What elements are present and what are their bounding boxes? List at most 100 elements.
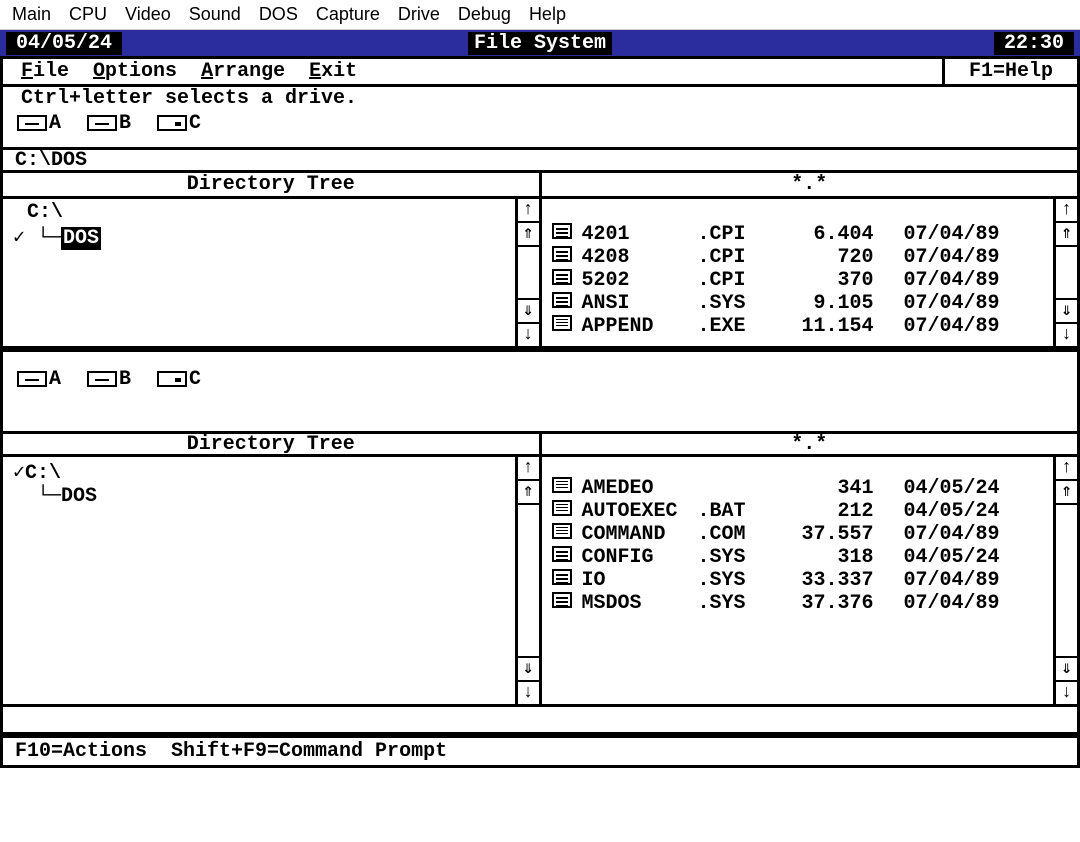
file-row[interactable]: MSDOS.SYS37.37607/04/89 [552, 592, 1044, 615]
scroll-pagedown-icon[interactable]: ⇓ [518, 656, 539, 680]
drive-c[interactable]: C [157, 368, 201, 391]
file-row[interactable]: COMMAND.COM37.55707/04/89 [552, 523, 1044, 546]
file-panel-top: 4201.CPI6.40407/04/894208.CPI72007/04/89… [542, 199, 1078, 346]
filter-header-top: *.* [542, 173, 1078, 196]
file-name: IO [582, 569, 692, 592]
drive-hint: Ctrl+letter selects a drive. [3, 87, 1077, 110]
tree-child[interactable]: └─DOS [13, 485, 505, 508]
floppy-drive-icon [17, 371, 47, 387]
drive-a[interactable]: A [17, 368, 61, 391]
menu-exit[interactable]: Exit [309, 60, 357, 83]
scrollbar-tree-bottom[interactable]: ↑ ⇑ ⇓ ↓ [515, 457, 539, 704]
menu-file[interactable]: File [21, 60, 69, 83]
scroll-down-icon[interactable]: ↓ [1056, 680, 1077, 704]
tree-root[interactable]: ✓C:\ [13, 459, 505, 485]
file-icon [552, 500, 572, 516]
hard-drive-icon [157, 115, 187, 131]
file-panel-bottom: AMEDEO 341 04/05/24 AUTOEXEC .BAT 212 04/05/24… [542, 457, 1078, 704]
file-ext: .COM [698, 523, 768, 546]
file-size: 212 [774, 500, 874, 523]
menu-arrange[interactable]: Arrange [201, 60, 285, 83]
scroll-pageup-icon[interactable]: ⇑ [1056, 481, 1077, 505]
file-row[interactable]: ANSI.SYS9.10507/04/89 [552, 292, 1044, 315]
panel-headers-bottom: Directory Tree *.* [3, 431, 1077, 457]
drive-c[interactable]: C [157, 112, 201, 135]
app-frame: File Options Arrange Exit F1=Help Ctrl+lett… [0, 56, 1080, 768]
file-size: 37.557 [774, 523, 874, 546]
host-menu-cpu[interactable]: CPU [69, 4, 107, 25]
host-menu-help[interactable]: Help [529, 4, 566, 25]
file-icon [552, 292, 572, 308]
file-date: 07/04/89 [880, 523, 1000, 546]
file-row[interactable]: 5202.CPI37007/04/89 [552, 269, 1044, 292]
file-row[interactable]: 4208.CPI72007/04/89 [552, 246, 1044, 269]
host-menu-video[interactable]: Video [125, 4, 171, 25]
file-name: 5202 [582, 269, 692, 292]
file-date: 04/05/24 [880, 546, 1000, 569]
file-ext: .SYS [698, 592, 768, 615]
file-size: 720 [774, 246, 874, 269]
file-date: 04/05/24 [880, 500, 1000, 523]
pathbar: C:\DOS [3, 147, 1077, 173]
scroll-down-icon[interactable]: ↓ [518, 322, 539, 346]
file-row[interactable]: AUTOEXEC .BAT 212 04/05/24 [552, 500, 1044, 523]
scroll-pageup-icon[interactable]: ⇑ [518, 481, 539, 505]
help-hint[interactable]: F1=Help [942, 59, 1077, 84]
drive-b[interactable]: B [87, 368, 131, 391]
panel-row-bottom: ✓C:\ └─DOS ↑ ⇑ ⇓ ↓ AMEDEO34104/05/24AUTO… [3, 457, 1077, 707]
scroll-up-icon[interactable]: ↑ [518, 457, 539, 481]
file-row[interactable]: AMEDEO34104/05/24 [552, 477, 1044, 500]
scrollbar-tree-top[interactable]: ↑ ⇑ ⇓ ↓ [515, 199, 539, 346]
drive-b[interactable]: B [87, 112, 131, 135]
scrollbar-files-top[interactable]: ↑ ⇑ ⇓ ↓ [1053, 199, 1077, 346]
scroll-down-icon[interactable]: ↓ [518, 680, 539, 704]
file-name: MSDOS [582, 592, 692, 615]
file-name: AUTOEXEC [582, 500, 692, 523]
scrollbar-files-bottom[interactable]: ↑ ⇑ ⇓ ↓ [1053, 457, 1077, 704]
file-icon [552, 592, 572, 608]
file-ext: .BAT [698, 500, 768, 523]
host-menu-debug[interactable]: Debug [458, 4, 511, 25]
scroll-up-icon[interactable]: ↑ [1056, 199, 1077, 223]
scroll-pageup-icon[interactable]: ⇑ [1056, 223, 1077, 247]
host-menu-dos[interactable]: DOS [259, 4, 298, 25]
host-menu-drive[interactable]: Drive [398, 4, 440, 25]
file-size: 341 [774, 477, 874, 500]
file-date: 07/04/89 [880, 569, 1000, 592]
drive-selector-top: A B C [3, 110, 1077, 147]
scroll-pageup-icon[interactable]: ⇑ [518, 223, 539, 247]
floppy-drive-icon [87, 115, 117, 131]
file-icon [552, 246, 572, 262]
scroll-up-icon[interactable]: ↑ [518, 199, 539, 223]
drive-a[interactable]: A [17, 112, 61, 135]
file-row[interactable]: IO.SYS33.33707/04/89 [552, 569, 1044, 592]
file-name: AMEDEO [582, 477, 692, 500]
scroll-pagedown-icon[interactable]: ⇓ [518, 298, 539, 322]
titlebar: 04/05/24 File System 22:30 [0, 30, 1080, 56]
scroll-pagedown-icon[interactable]: ⇓ [1056, 298, 1077, 322]
file-name: APPEND [582, 315, 692, 338]
file-icon [552, 523, 572, 539]
host-menu-sound[interactable]: Sound [189, 4, 241, 25]
tree-root[interactable]: C:\ [13, 201, 505, 224]
file-size: 6.404 [774, 223, 874, 246]
scroll-down-icon[interactable]: ↓ [1056, 322, 1077, 346]
menu-options[interactable]: Options [93, 60, 177, 83]
filter-header-bottom: *.* [542, 434, 1078, 454]
tree-child[interactable]: ✓ └─DOS [13, 224, 505, 250]
file-size: 11.154 [774, 315, 874, 338]
file-row[interactable]: 4201.CPI6.40407/04/89 [552, 223, 1044, 246]
file-size: 33.337 [774, 569, 874, 592]
scroll-up-icon[interactable]: ↑ [1056, 457, 1077, 481]
file-icon [552, 269, 572, 285]
host-menu-main[interactable]: Main [12, 4, 51, 25]
file-row[interactable]: APPEND.EXE11.15407/04/89 [552, 315, 1044, 338]
tree-panel-bottom: ✓C:\ └─DOS ↑ ⇑ ⇓ ↓ [3, 457, 542, 704]
file-ext: .CPI [698, 223, 768, 246]
tree-panel-top: C:\✓ └─DOS ↑ ⇑ ⇓ ↓ [3, 199, 542, 346]
host-menu-capture[interactable]: Capture [316, 4, 380, 25]
file-row[interactable]: CONFIG.SYS31804/05/24 [552, 546, 1044, 569]
file-date: 07/04/89 [880, 315, 1000, 338]
scroll-pagedown-icon[interactable]: ⇓ [1056, 656, 1077, 680]
panel-headers-top: Directory Tree *.* [3, 173, 1077, 199]
